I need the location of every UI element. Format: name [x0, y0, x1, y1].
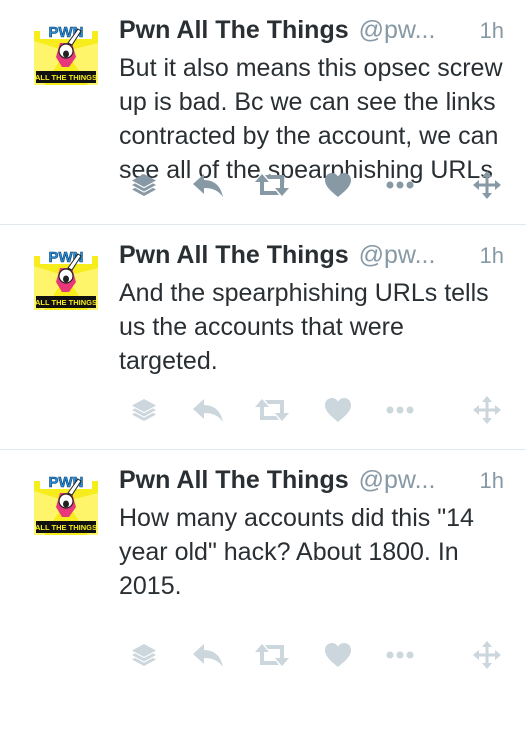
more-icon — [386, 181, 414, 189]
stack-icon — [132, 399, 156, 421]
stack-button[interactable] — [127, 168, 161, 202]
tweet[interactable]: PWN ALL THE THINGS Pwn All The Things @p… — [0, 225, 526, 450]
drag-handle[interactable] — [470, 638, 504, 672]
tweet-actions — [119, 393, 504, 427]
more-button[interactable] — [383, 168, 417, 202]
avatar[interactable]: PWN ALL THE THINGS — [34, 21, 98, 85]
retweet-icon — [255, 399, 289, 421]
reply-icon — [193, 644, 223, 667]
drag-handle[interactable] — [470, 393, 504, 427]
heart-icon — [325, 398, 351, 422]
tweet[interactable]: PWN ALL THE THINGS Pwn All The Things @p… — [0, 450, 526, 694]
heart-icon — [325, 643, 351, 667]
avatar[interactable]: PWN ALL THE THINGS — [34, 246, 98, 310]
drag-handle-icon — [473, 396, 501, 424]
tweet-timestamp[interactable]: 1h — [480, 468, 504, 494]
tweet-actions — [119, 168, 504, 202]
retweet-button[interactable] — [252, 638, 292, 672]
tweet-timestamp[interactable]: 1h — [480, 243, 504, 269]
stack-icon — [132, 644, 156, 666]
retweet-button[interactable] — [252, 168, 292, 202]
author-handle[interactable]: @pw... — [359, 16, 472, 45]
stack-button[interactable] — [127, 638, 161, 672]
reply-button[interactable] — [191, 638, 225, 672]
tweet-timestamp[interactable]: 1h — [480, 18, 504, 44]
retweet-icon — [255, 174, 289, 196]
author-name[interactable]: Pwn All The Things — [119, 16, 349, 45]
author-name[interactable]: Pwn All The Things — [119, 241, 349, 270]
avatar[interactable]: PWN ALL THE THINGS — [34, 471, 98, 535]
author-handle[interactable]: @pw... — [359, 241, 472, 270]
tweet-actions — [119, 638, 504, 672]
more-icon — [386, 651, 414, 659]
more-button[interactable] — [383, 393, 417, 427]
avatar-logo-bottom: ALL THE THINGS — [35, 523, 97, 532]
more-button[interactable] — [383, 638, 417, 672]
reply-icon — [193, 174, 223, 197]
like-button[interactable] — [323, 393, 353, 427]
more-icon — [386, 406, 414, 414]
tweet-timeline: PWN ALL THE THINGS Pwn All The Things @p… — [0, 0, 526, 694]
tweet[interactable]: PWN ALL THE THINGS Pwn All The Things @p… — [0, 0, 526, 225]
drag-handle[interactable] — [470, 168, 504, 202]
tweet-text: And the spearphishing URLs tells us the … — [119, 279, 489, 375]
tweet-text: How many accounts did this "14 year old"… — [119, 504, 474, 600]
stack-button[interactable] — [127, 393, 161, 427]
drag-handle-icon — [473, 641, 501, 669]
retweet-icon — [255, 644, 289, 666]
retweet-button[interactable] — [252, 393, 292, 427]
heart-icon — [325, 173, 351, 197]
like-button[interactable] — [323, 168, 353, 202]
tweet-text: But it also means this opsec screw up is… — [119, 54, 503, 184]
like-button[interactable] — [323, 638, 353, 672]
author-name[interactable]: Pwn All The Things — [119, 466, 349, 495]
stack-icon — [132, 174, 156, 196]
reply-icon — [193, 399, 223, 422]
avatar-logo-bottom: ALL THE THINGS — [35, 298, 97, 307]
drag-handle-icon — [473, 171, 501, 199]
avatar-logo-bottom: ALL THE THINGS — [35, 73, 97, 82]
reply-button[interactable] — [191, 168, 225, 202]
author-handle[interactable]: @pw... — [359, 466, 472, 495]
reply-button[interactable] — [191, 393, 225, 427]
